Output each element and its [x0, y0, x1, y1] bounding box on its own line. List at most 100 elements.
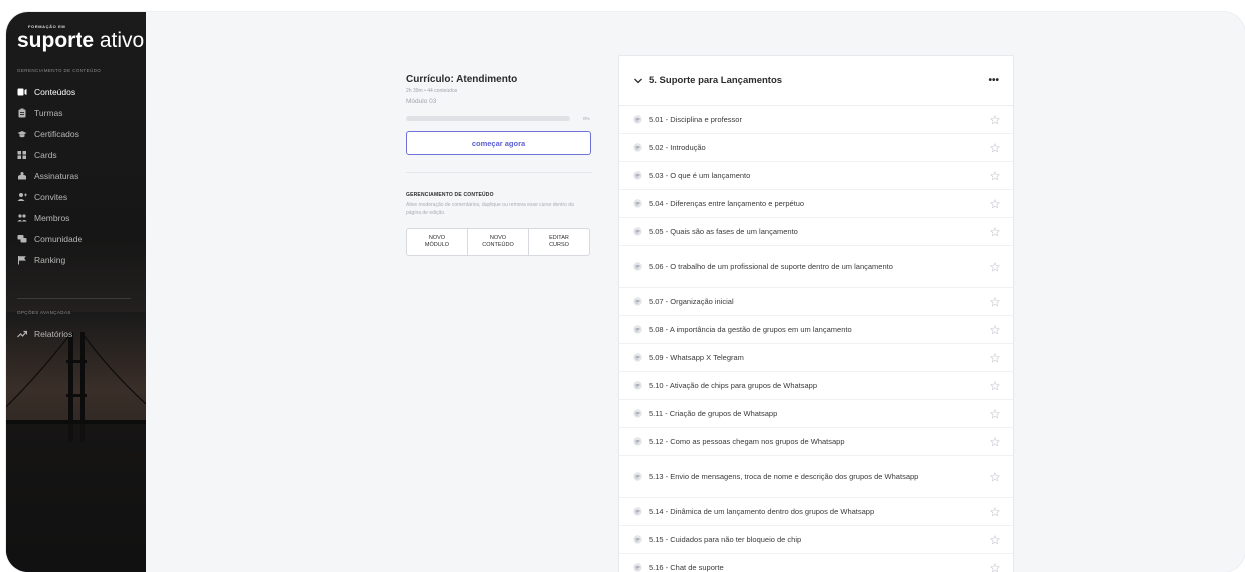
lesson-title: 5.08 - A importância da gestão de grupos… — [649, 324, 990, 335]
star-icon[interactable] — [990, 437, 1000, 447]
document-icon — [633, 227, 642, 236]
lesson-title: 5.07 - Organização inicial — [649, 296, 990, 307]
progress-percent: 0% — [583, 116, 590, 121]
brand-logo[interactable]: FORMAÇÃO EM suporte ativo — [17, 24, 144, 51]
lesson-title: 5.04 - Diferenças entre lançamento e per… — [649, 198, 990, 209]
graduation-cap-icon — [17, 129, 27, 139]
start-now-button[interactable]: começar agora — [406, 131, 591, 155]
lesson-item[interactable]: 5.02 - Introdução — [619, 134, 1013, 162]
content-management-description: Ative moderação de comentários, duplique… — [406, 201, 590, 217]
sidebar-item-label: Certificados — [34, 129, 79, 139]
lesson-item[interactable]: 5.16 - Chat de suporte — [619, 554, 1013, 572]
more-options-button[interactable]: ••• — [988, 75, 999, 86]
user-plus-icon — [17, 192, 27, 202]
star-icon[interactable] — [990, 535, 1000, 545]
lesson-title: 5.05 - Quais são as fases de um lançamen… — [649, 226, 990, 237]
star-icon[interactable] — [990, 472, 1000, 482]
subscription-icon — [17, 171, 27, 181]
clipboard-icon — [17, 108, 27, 118]
lesson-title: 5.02 - Introdução — [649, 142, 990, 153]
lesson-item[interactable]: 5.13 - Envio de mensagens, troca de nome… — [619, 456, 1013, 498]
lesson-title: 5.16 - Chat de suporte — [649, 562, 990, 572]
curriculum-panel: Currículo: Atendimento 2h 39m • 44 conte… — [406, 74, 592, 256]
section-title-content-management: GERENCIAMENTO DE CONTEÚDO — [17, 68, 101, 73]
document-icon — [633, 507, 642, 516]
sidebar-item-certificados[interactable]: Certificados — [17, 126, 79, 142]
lesson-item[interactable]: 5.11 - Criação de grupos de Whatsapp — [619, 400, 1013, 428]
grid-icon — [17, 150, 27, 160]
lesson-title: 5.01 - Disciplina e professor — [649, 114, 990, 125]
module-title: 5. Suporte para Lançamentos — [649, 75, 988, 86]
sidebar-item-membros[interactable]: Membros — [17, 210, 69, 226]
lesson-item[interactable]: 5.04 - Diferenças entre lançamento e per… — [619, 190, 1013, 218]
lesson-item[interactable]: 5.03 - O que é um lançamento — [619, 162, 1013, 190]
document-icon — [633, 171, 642, 180]
sidebar-background-image — [6, 312, 146, 572]
lesson-item[interactable]: 5.10 - Ativação de chips para grupos de … — [619, 372, 1013, 400]
sidebar: FORMAÇÃO EM suporte ativo GERENCIAMENTO … — [6, 12, 146, 572]
lesson-item[interactable]: 5.05 - Quais são as fases de um lançamen… — [619, 218, 1013, 246]
star-icon[interactable] — [990, 143, 1000, 153]
sidebar-item-ranking[interactable]: Ranking — [17, 252, 65, 268]
sidebar-item-label: Turmas — [34, 108, 63, 118]
section-title-advanced-options: OPÇÕES AVANÇADAS — [17, 310, 71, 315]
lesson-item[interactable]: 5.09 - Whatsapp X Telegram — [619, 344, 1013, 372]
section-divider — [406, 172, 592, 173]
star-icon[interactable] — [990, 171, 1000, 181]
sidebar-item-label: Assinaturas — [34, 171, 78, 181]
sidebar-item-cards[interactable]: Cards — [17, 147, 57, 163]
lesson-title: 5.09 - Whatsapp X Telegram — [649, 352, 990, 363]
star-icon[interactable] — [990, 115, 1000, 125]
lesson-title: 5.13 - Envio de mensagens, troca de nome… — [649, 471, 990, 482]
chevron-down-icon[interactable] — [633, 76, 643, 86]
brand-tagline: FORMAÇÃO EM — [28, 24, 144, 29]
document-icon — [633, 437, 642, 446]
document-icon — [633, 115, 642, 124]
sidebar-item-relatorios[interactable]: Relatórios — [17, 326, 72, 342]
members-icon — [17, 213, 27, 223]
star-icon[interactable] — [990, 381, 1000, 391]
star-icon[interactable] — [990, 227, 1000, 237]
star-icon[interactable] — [990, 507, 1000, 517]
sidebar-item-label: Cards — [34, 150, 57, 160]
document-icon — [633, 563, 642, 572]
sidebar-item-label: Convites — [34, 192, 67, 202]
module-panel: 5. Suporte para Lançamentos ••• 5.01 - D… — [618, 55, 1014, 572]
star-icon[interactable] — [990, 199, 1000, 209]
sidebar-item-label: Conteúdos — [34, 87, 75, 97]
sidebar-item-conteudos[interactable]: Conteúdos — [17, 84, 75, 100]
star-icon[interactable] — [990, 297, 1000, 307]
lesson-item[interactable]: 5.08 - A importância da gestão de grupos… — [619, 316, 1013, 344]
flag-icon — [17, 255, 27, 265]
star-icon[interactable] — [990, 409, 1000, 419]
lesson-title: 5.10 - Ativação de chips para grupos de … — [649, 380, 990, 391]
star-icon[interactable] — [990, 325, 1000, 335]
new-content-button[interactable]: NOVO CONTEÚDO — [467, 229, 528, 255]
lesson-item[interactable]: 5.12 - Como as pessoas chegam nos grupos… — [619, 428, 1013, 456]
sidebar-item-comunidade[interactable]: Comunidade — [17, 231, 82, 247]
new-module-button[interactable]: NOVO MÓDULO — [407, 229, 467, 255]
edit-course-button[interactable]: EDITAR CURSO — [528, 229, 589, 255]
lesson-item[interactable]: 5.07 - Organização inicial — [619, 288, 1013, 316]
sidebar-item-turmas[interactable]: Turmas — [17, 105, 63, 121]
star-icon[interactable] — [990, 262, 1000, 272]
curriculum-title: Currículo: Atendimento — [406, 74, 592, 85]
document-icon — [633, 199, 642, 208]
star-icon[interactable] — [990, 563, 1000, 572]
lesson-item[interactable]: 5.15 - Cuidados para não ter bloqueio de… — [619, 526, 1013, 554]
star-icon[interactable] — [990, 353, 1000, 363]
module-header[interactable]: 5. Suporte para Lançamentos ••• — [619, 56, 1013, 106]
sidebar-item-label: Comunidade — [34, 234, 82, 244]
content-icon — [17, 87, 27, 97]
sidebar-item-convites[interactable]: Convites — [17, 189, 67, 205]
lesson-item[interactable]: 5.01 - Disciplina e professor — [619, 106, 1013, 134]
sidebar-divider — [17, 298, 131, 299]
document-icon — [633, 325, 642, 334]
sidebar-item-assinaturas[interactable]: Assinaturas — [17, 168, 78, 184]
lesson-title: 5.06 - O trabalho de um profissional de … — [649, 261, 990, 272]
lesson-item[interactable]: 5.14 - Dinâmica de um lançamento dentro … — [619, 498, 1013, 526]
curriculum-meta: 2h 39m • 44 conteúdos — [406, 88, 592, 94]
document-icon — [633, 472, 642, 481]
lesson-item[interactable]: 5.06 - O trabalho de um profissional de … — [619, 246, 1013, 288]
curriculum-module-label: Módulo 03 — [406, 98, 592, 105]
